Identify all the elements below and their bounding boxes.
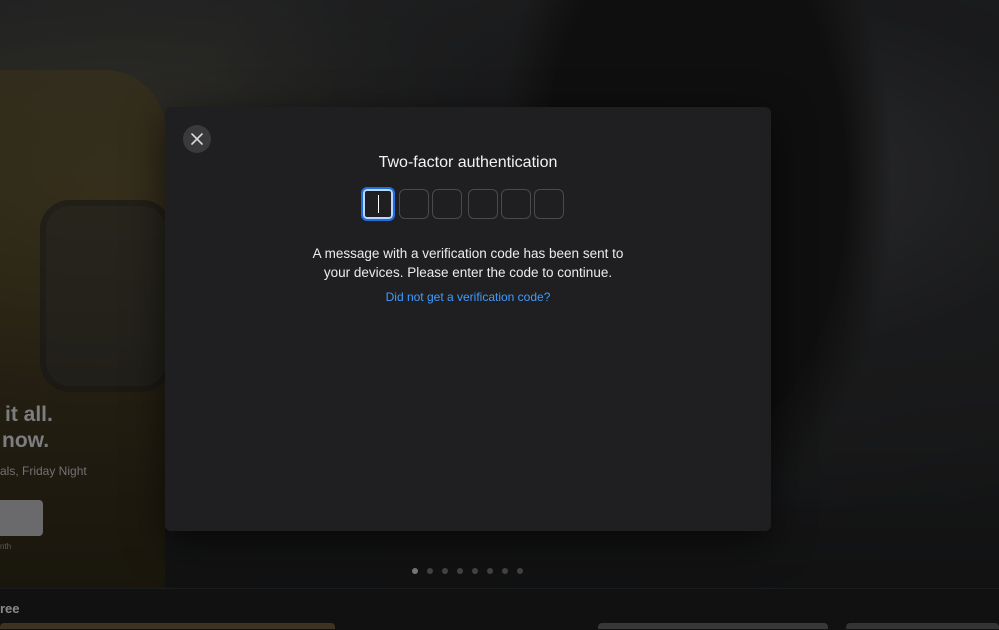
dialog-title: Two-factor authentication [378,154,558,171]
thumbnail[interactable] [598,623,828,629]
instruction-line-2: your devices. Please enter the code to c… [323,265,613,280]
code-digit-2[interactable] [399,189,429,219]
verification-code-input [361,187,564,221]
hero-subtitle: als, Friday Night [0,464,87,478]
two-factor-dialog: Two-factor authentication A message with… [165,107,771,531]
code-digit-1[interactable] [361,187,395,221]
carousel-dot[interactable] [412,568,418,574]
close-button[interactable] [183,125,211,153]
hero-headline-line1: it all. [5,403,53,426]
hero-cta-button[interactable] [0,500,43,536]
text-caret [377,195,379,213]
close-icon [191,133,203,145]
carousel-dot[interactable] [502,568,508,574]
code-digit-5[interactable] [501,189,531,219]
resend-code-link[interactable]: Did not get a verification code? [165,290,771,304]
instruction-line-1: A message with a verification code has b… [312,246,624,261]
carousel-dot[interactable] [457,568,463,574]
hero-text: it all. now. als, Friday Night [0,402,87,478]
carousel-dot[interactable] [517,568,523,574]
carousel-dot[interactable] [427,568,433,574]
code-digit-6[interactable] [534,189,564,219]
instruction-message: A message with a verification code has b… [165,244,771,282]
hero-fine-print: nth [0,542,12,551]
thumbnail[interactable] [0,623,335,629]
code-digit-3[interactable] [432,189,462,219]
carousel-dot[interactable] [487,568,493,574]
carousel-dots [412,568,523,574]
carousel-dot[interactable] [442,568,448,574]
section-label: ree [0,601,20,616]
code-digit-4[interactable] [468,189,498,219]
thumbnail[interactable] [846,623,999,629]
carousel-dot[interactable] [472,568,478,574]
hero-headline-line2: now. [2,429,50,452]
